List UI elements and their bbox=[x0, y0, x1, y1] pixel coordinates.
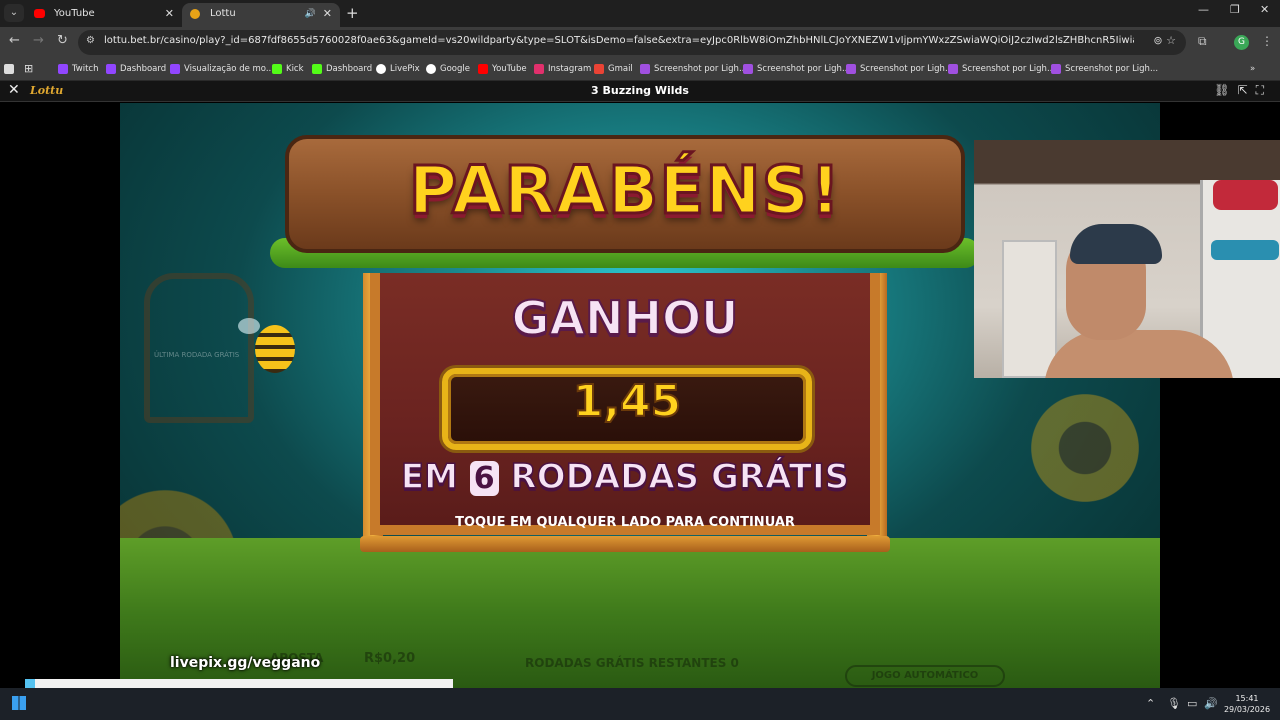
tab-close-icon[interactable]: ✕ bbox=[323, 3, 332, 25]
bookmark-visualizacao[interactable]: Visualização de mo... bbox=[170, 61, 274, 77]
bookmark-screenshot-5[interactable]: Screenshot por Ligh... bbox=[1051, 61, 1158, 77]
livepix-icon bbox=[376, 64, 386, 74]
tab-title: Lottu bbox=[210, 8, 236, 19]
reload-icon[interactable]: ↻ bbox=[57, 33, 68, 48]
won-label: GANHOU bbox=[511, 290, 740, 346]
apps-grid-icon[interactable]: ⊞ bbox=[24, 61, 33, 77]
tab-close-icon[interactable]: ✕ bbox=[165, 3, 174, 25]
clock-date: 29/03/2026 bbox=[1223, 705, 1271, 714]
bottom-plank bbox=[360, 536, 890, 552]
instagram-icon bbox=[534, 64, 544, 74]
tab-audio-icon[interactable]: 🔊 bbox=[305, 3, 316, 25]
windows-taskbar: ⌃ 🎙 ▭ 🔊 15:41 29/03/2026 bbox=[0, 688, 1280, 720]
win-amount: 1,45 bbox=[572, 375, 683, 428]
bookmark-gmail[interactable]: Gmail bbox=[594, 61, 633, 77]
new-tab-button[interactable]: + bbox=[346, 4, 359, 22]
background-frame bbox=[144, 273, 254, 423]
spins-count: 6 bbox=[469, 461, 499, 496]
bookmark-instagram[interactable]: Instagram bbox=[534, 61, 591, 77]
bookmark-folder-icon[interactable] bbox=[4, 61, 14, 77]
game-header: ✕ Lottu 3 Buzzing Wilds ⛓⇱⛶ bbox=[0, 81, 1280, 102]
network-icon[interactable]: ▭ bbox=[1187, 697, 1197, 710]
bookmark-screenshot-1[interactable]: Screenshot por Ligh... bbox=[640, 61, 747, 77]
free-spins-summary: EM 6 RODADAS GRÁTIS bbox=[370, 456, 880, 498]
tab-title: YouTube bbox=[54, 8, 95, 19]
lightshot-icon bbox=[640, 64, 650, 74]
streamer-webcam bbox=[974, 140, 1280, 378]
lottu-favicon-icon bbox=[190, 9, 200, 19]
volume-icon[interactable]: 🔊 bbox=[1204, 697, 1218, 710]
browser-tab-bar: ⌄ YouTube ✕ Lottu 🔊 ✕ + — ❐ ✕ bbox=[0, 0, 1280, 27]
bookmark-youtube[interactable]: YouTube bbox=[478, 61, 527, 77]
bookmark-screenshot-4[interactable]: Screenshot por Ligh... bbox=[948, 61, 1055, 77]
youtube-icon bbox=[478, 64, 488, 74]
spins-suffix: RODADAS GRÁTIS bbox=[510, 456, 850, 498]
restore-icon[interactable]: ❐ bbox=[1230, 3, 1240, 16]
bet-value: R$0,20 bbox=[364, 651, 416, 666]
windows-start-icon[interactable] bbox=[12, 696, 26, 710]
bookmark-screenshot-2[interactable]: Screenshot por Ligh... bbox=[743, 61, 850, 77]
clock-time: 15:41 bbox=[1235, 694, 1259, 703]
tab-lottu[interactable]: Lottu 🔊 ✕ bbox=[182, 3, 340, 27]
browser-menu-icon[interactable]: ⋮ bbox=[1261, 34, 1273, 48]
sunflower-decoration bbox=[1020, 383, 1150, 513]
url-text[interactable]: lottu.bet.br/casino/play?_id=687fdf8655d… bbox=[104, 35, 1134, 46]
livepix-link: livepix.gg/veggano bbox=[170, 655, 321, 671]
spins-prefix: EM bbox=[400, 456, 459, 498]
minimize-icon[interactable]: — bbox=[1198, 3, 1209, 16]
lightshot-icon bbox=[743, 64, 753, 74]
last-free-spin-label: ÚLTIMA RODADA GRÁTIS bbox=[154, 351, 240, 359]
bookmark-google[interactable]: Google bbox=[426, 61, 470, 77]
address-bar[interactable]: ⚙ lottu.bet.br/casino/play?_id=687fdf865… bbox=[78, 30, 1186, 55]
microphone-icon[interactable]: 🎙 bbox=[1167, 697, 1181, 710]
close-window-icon[interactable]: ✕ bbox=[1260, 3, 1269, 16]
remaining-spins-label: RODADAS GRÁTIS RESTANTES 0 bbox=[525, 656, 739, 670]
congratulations-headline: PARABÉNS! bbox=[407, 151, 842, 231]
lightshot-icon bbox=[846, 64, 856, 74]
bookmark-livepix[interactable]: LivePix bbox=[376, 61, 420, 77]
forward-icon[interactable]: → bbox=[33, 33, 44, 48]
bookmark-twitch[interactable]: Twitch bbox=[58, 61, 99, 77]
gmail-icon bbox=[594, 64, 604, 74]
tab-youtube[interactable]: YouTube ✕ bbox=[26, 3, 182, 27]
webcam-person-cap bbox=[1070, 224, 1162, 264]
extensions-icon[interactable]: ⧉ bbox=[1198, 34, 1207, 49]
bookmark-dashboard-twitch[interactable]: Dashboard bbox=[106, 61, 166, 77]
bookmark-dashboard-kick[interactable]: Dashboard bbox=[312, 61, 372, 77]
kick-icon bbox=[312, 64, 322, 74]
omnibox-actions[interactable]: ⊚ ☆ bbox=[1153, 34, 1176, 47]
bookmarks-bar: ⊞ Twitch Dashboard Visualização de mo...… bbox=[0, 57, 1280, 81]
back-icon[interactable]: ← bbox=[9, 33, 20, 48]
bee-mascot-icon bbox=[255, 325, 295, 373]
continue-hint[interactable]: TOQUE EM QUALQUER LADO PARA CONTINUAR bbox=[370, 515, 880, 530]
game-title: 3 Buzzing Wilds bbox=[591, 84, 689, 97]
kick-icon bbox=[272, 64, 282, 74]
bookmark-kick[interactable]: Kick bbox=[272, 61, 304, 77]
tab-search-button[interactable]: ⌄ bbox=[4, 4, 24, 22]
taskbar-clock[interactable]: 15:41 29/03/2026 bbox=[1222, 693, 1272, 715]
lightshot-icon bbox=[948, 64, 958, 74]
twitch-icon bbox=[170, 64, 180, 74]
tray-chevron-icon[interactable]: ⌃ bbox=[1146, 697, 1155, 710]
site-info-icon[interactable]: ⚙ bbox=[86, 35, 100, 49]
youtube-favicon-icon bbox=[34, 9, 45, 18]
browser-toolbar: ← → ↻ ⚙ lottu.bet.br/casino/play?_id=687… bbox=[0, 27, 1280, 57]
autoplay-button[interactable]: JOGO AUTOMÁTICO bbox=[845, 665, 1005, 687]
lightshot-icon bbox=[1051, 64, 1061, 74]
twitch-icon bbox=[58, 64, 68, 74]
webcam-door bbox=[1002, 240, 1057, 378]
twitch-icon bbox=[106, 64, 116, 74]
google-icon bbox=[426, 64, 436, 74]
profile-avatar[interactable]: G bbox=[1234, 35, 1249, 50]
bee-wing bbox=[238, 318, 260, 334]
game-header-actions[interactable]: ⛓⇱⛶ bbox=[1214, 83, 1272, 98]
more-bookmarks-icon[interactable]: » bbox=[1250, 61, 1255, 77]
bookmark-screenshot-3[interactable]: Screenshot por Ligh... bbox=[846, 61, 953, 77]
